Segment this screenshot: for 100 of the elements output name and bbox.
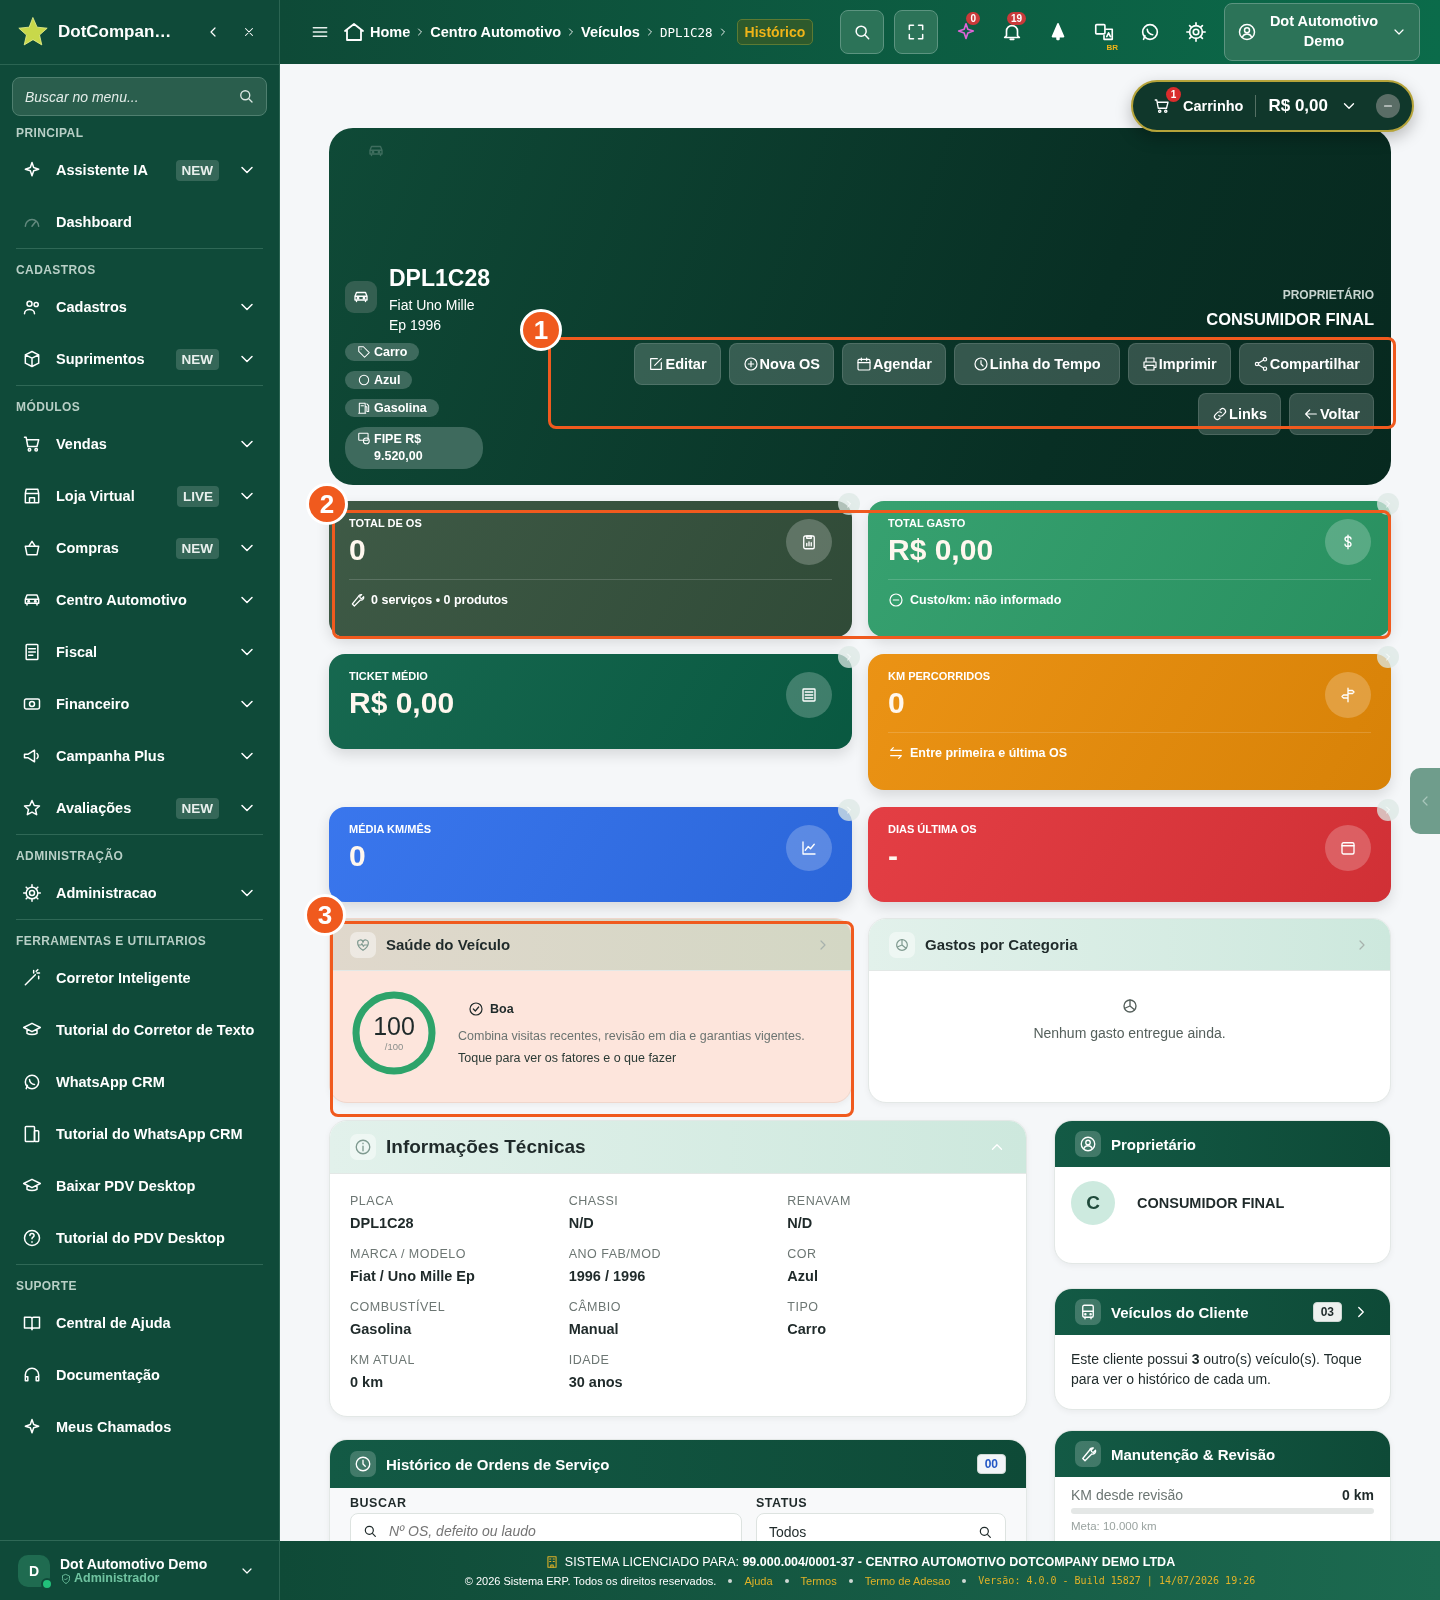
field-label: CHASSI [568, 1194, 620, 1208]
menu-item[interactable]: Vendas [16, 418, 263, 470]
license-plate: DPL1C28 [389, 265, 490, 293]
stat-value: R$ 0,00 [888, 533, 994, 567]
card-title: Saúde do Veículo [386, 936, 511, 953]
breadcrumb-link[interactable]: Veículos [581, 24, 640, 40]
menu-item[interactable]: Compras NEW [16, 522, 263, 574]
footer-link[interactable]: Termos [800, 1574, 837, 1587]
stat-note: Entre primeira e última OS [910, 746, 1067, 760]
links-button[interactable]: Links [1198, 393, 1281, 435]
menu-item[interactable]: Cadastros [16, 281, 263, 333]
stat-label: TICKET MÉDIO [349, 670, 429, 682]
menu-item[interactable]: Campanha Plus [16, 730, 263, 782]
language-button[interactable]: BR [1086, 12, 1122, 52]
breadcrumb-link[interactable]: Home [370, 24, 411, 40]
cart-total: R$ 0,00 [1268, 96, 1328, 116]
schedule-button[interactable]: Agendar [842, 343, 946, 385]
field-label: BUSCAR [350, 1496, 408, 1510]
vehicle-tag: Azul [345, 371, 413, 390]
factors-link[interactable]: Toque para ver os fatores e o que fazer [458, 1051, 805, 1065]
vehicles-summary: Este cliente possui 3 outro(s) veículo(s). Toque para ver o histórico de cada um. [1070, 1350, 1363, 1390]
menu-badge: NEW [175, 537, 219, 559]
cart-bar[interactable]: 1 Carrinho R$ 0,00 [1131, 80, 1414, 132]
breadcrumb-link[interactable]: Centro Automotivo [430, 24, 562, 40]
menu-item[interactable]: Tutorial do PDV Desktop [16, 1212, 263, 1264]
section-title: SUPORTE [16, 1278, 78, 1295]
user-menu[interactable]: D Dot Automotivo Demo Administrador [0, 1540, 279, 1600]
bell-button[interactable]: 19 [994, 12, 1030, 52]
section-title: FERRAMENTAS E UTILITARIOS [16, 933, 208, 950]
vehicle-tag: Gasolina [345, 399, 439, 418]
user-menu-button[interactable]: Dot Automotivo Demo [1224, 3, 1420, 61]
score-max: /100 [384, 1041, 404, 1052]
owner-name: CONSUMIDOR FINAL [1137, 1195, 1285, 1211]
timeline-button[interactable]: Linha do Tempo [953, 343, 1120, 385]
count-badge: 0 [966, 12, 980, 25]
field-value: Fiat / Uno Mille Ep [350, 1268, 476, 1284]
card-title: Gastos por Categoria [925, 936, 1078, 953]
menu-item[interactable]: Documentação [16, 1349, 263, 1401]
vehicle-model: Fiat Uno Mille Ep 1996 [389, 296, 476, 335]
card-title: Informações Técnicas [386, 1136, 586, 1158]
menu-item[interactable]: Centro Automotivo [16, 574, 263, 626]
field-label: KM ATUAL [350, 1353, 416, 1367]
language-code: BR [1106, 43, 1118, 52]
user-name: Dot Automotivo Demo [60, 1556, 208, 1573]
search-field[interactable]: Nº OS, defeito ou laudo [350, 1513, 742, 1541]
menu-item[interactable]: Avaliações NEW [16, 782, 263, 834]
menu-item[interactable]: Fiscal [16, 626, 263, 678]
stat-value: R$ 0,00 [349, 686, 455, 720]
field-value: N/D [568, 1215, 595, 1231]
menu-item[interactable]: Suprimentos NEW [16, 333, 263, 385]
menu-item[interactable]: Dashboard [16, 196, 263, 248]
footer-link[interactable]: Ajuda [744, 1574, 773, 1587]
footer-link[interactable]: Termo de Adesao [864, 1574, 951, 1587]
back-button[interactable]: Voltar [1288, 393, 1374, 435]
print-button[interactable]: Imprimir [1127, 343, 1231, 385]
field-value: Manual [568, 1321, 620, 1337]
menu-search-field[interactable]: Buscar no menu... [12, 77, 267, 116]
health-score: 100 [373, 1014, 415, 1039]
menu-item[interactable]: Administracao [16, 867, 263, 919]
status-select[interactable]: Todos [756, 1513, 1006, 1541]
breadcrumb-link[interactable]: DPL1C28 [659, 24, 713, 40]
menu-item[interactable]: Financeiro [16, 678, 263, 730]
menu-item[interactable]: WhatsApp CRM [16, 1056, 263, 1108]
vehicle-tag: FIPE R$ 9.520,00 [345, 427, 483, 469]
menu-item[interactable]: Tutorial do WhatsApp CRM [16, 1108, 263, 1160]
owner-card[interactable]: Proprietário C CONSUMIDOR FINAL [1054, 1120, 1391, 1264]
menu-badge: NEW [175, 348, 219, 370]
stat-value: 0 [349, 839, 367, 873]
section-title: CADASTROS [16, 262, 97, 279]
stat-label: DIAS ÚLTIMA OS [888, 823, 977, 835]
menu-item[interactable]: Meus Chamados [16, 1401, 263, 1453]
menu-badge: NEW [175, 159, 219, 181]
menu-item[interactable]: Tutorial do Corretor de Texto [16, 1004, 263, 1056]
menu-item[interactable]: Baixar PDV Desktop [16, 1160, 263, 1212]
menu-item[interactable]: Loja Virtual LIVE [16, 470, 263, 522]
field-value: Azul [787, 1268, 819, 1284]
sparkle-button[interactable]: 0 [948, 12, 984, 52]
stat-note: 0 serviços • 0 produtos [371, 593, 509, 607]
count-badge: 00 [976, 1454, 1006, 1474]
menu-item[interactable]: Central de Ajuda [16, 1297, 263, 1349]
card-title: Histórico de Ordens de Serviço [386, 1455, 610, 1473]
share-button[interactable]: Compartilhar [1238, 343, 1374, 385]
new-order-button[interactable]: Nova OS [728, 343, 834, 385]
health-status: Boa [490, 1002, 514, 1016]
stat-label: TOTAL DE OS [349, 517, 422, 529]
menu-item[interactable]: Corretor Inteligente [16, 952, 263, 1004]
stat-label: TOTAL GASTO [888, 517, 967, 529]
vehicle-tag: Carro [345, 343, 420, 362]
stat-value: 0 [349, 533, 367, 567]
user-role: Administrador [74, 1572, 160, 1585]
edit-button[interactable]: Editar [634, 343, 721, 385]
field-label: MARCA / MODELO [350, 1247, 468, 1261]
client-vehicles-card[interactable]: Veículos do Cliente 03 Este cliente possui 3 outro(s) veículo(s). Toque para ver o histórico de cada um. [1054, 1288, 1391, 1410]
cart-count-badge: 1 [1166, 87, 1182, 102]
spending-card[interactable]: Gastos por Categoria Nenhum gasto entregue ainda. [868, 918, 1391, 1103]
menu-item[interactable]: Assistente IA NEW [16, 144, 263, 196]
field-label: CÂMBIO [568, 1300, 622, 1314]
annotation-marker: 3 [304, 894, 346, 936]
section-title: MÓDULOS [16, 398, 82, 416]
field-value: 30 anos [568, 1374, 624, 1390]
